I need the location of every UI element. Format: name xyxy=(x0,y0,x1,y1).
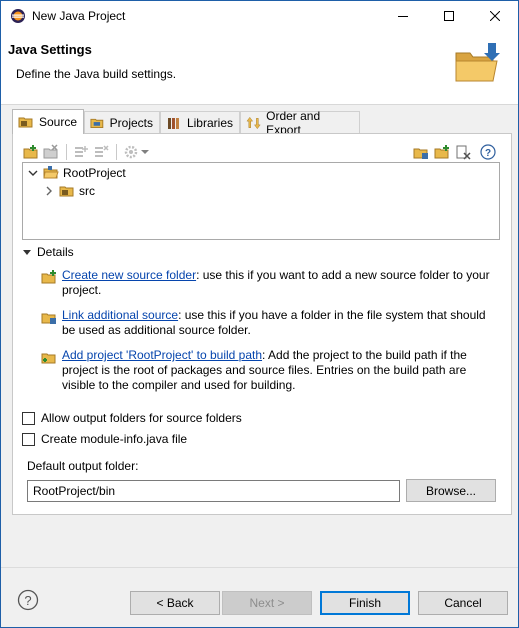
include-icon xyxy=(75,146,88,157)
tab-label: Libraries xyxy=(186,115,233,130)
default-output-folder-input[interactable] xyxy=(27,480,400,502)
new-java-project-dialog: New Java Project Java Settings Define th… xyxy=(0,0,519,628)
help-toolbar-button[interactable]: ? xyxy=(479,143,497,161)
chevron-down-icon[interactable] xyxy=(27,167,39,179)
tab-label: Projects xyxy=(109,115,153,130)
source-folder-icon xyxy=(59,186,74,197)
create-new-source-folder-link[interactable]: Create new source folder xyxy=(62,268,196,282)
new-source-folder-button[interactable] xyxy=(433,143,451,161)
include-button[interactable] xyxy=(72,143,90,161)
exclude-icon xyxy=(95,145,109,157)
svg-text:?: ? xyxy=(24,593,31,608)
toolbar-separator xyxy=(116,144,117,160)
source-folder-icon xyxy=(18,117,33,128)
gear-icon xyxy=(124,145,138,159)
close-icon xyxy=(490,11,500,21)
new-folder-wizard-icon xyxy=(455,43,500,82)
minimize-icon xyxy=(398,16,408,17)
close-button[interactable] xyxy=(472,1,518,31)
tree-item-src[interactable]: src xyxy=(43,182,95,200)
source-tab-panel: ? RootProject src Details Create new sou… xyxy=(12,133,512,515)
remove-folder-icon xyxy=(43,144,58,159)
remove-folder-button[interactable] xyxy=(42,143,60,161)
tab-source[interactable]: Source xyxy=(12,109,84,134)
tree-item-label: src xyxy=(79,184,95,198)
details-item-link-source: Link additional source: use this if you … xyxy=(41,308,491,338)
browse-button[interactable]: Browse... xyxy=(406,479,496,502)
add-folder-icon xyxy=(23,145,38,159)
title-bar: New Java Project xyxy=(1,1,518,31)
back-button[interactable]: < Back xyxy=(130,591,220,615)
add-project-icon xyxy=(41,353,56,364)
header-banner: Java Settings Define the Java build sett… xyxy=(1,31,518,105)
next-button[interactable]: Next > xyxy=(222,591,312,615)
footer-separator xyxy=(1,567,518,568)
maximize-button[interactable] xyxy=(426,1,472,31)
default-output-folder-label: Default output folder: xyxy=(27,459,139,473)
window-title: New Java Project xyxy=(32,9,126,23)
link-folder-icon xyxy=(41,313,56,324)
minimize-button[interactable] xyxy=(380,1,426,31)
remove-entry-icon xyxy=(456,145,471,160)
finish-button[interactable]: Finish xyxy=(320,591,410,615)
link-folder-icon xyxy=(413,148,428,159)
new-source-folder-icon xyxy=(434,145,449,159)
page-title: Java Settings xyxy=(8,42,92,57)
toolbar-separator xyxy=(66,144,67,160)
add-project-to-build-path-link[interactable]: Add project 'RootProject' to build path xyxy=(62,348,262,362)
tree-item-label: RootProject xyxy=(63,166,126,180)
remove-entry-button[interactable] xyxy=(454,143,472,161)
create-module-info-checkbox[interactable] xyxy=(22,432,35,446)
cancel-button[interactable]: Cancel xyxy=(418,591,508,615)
exclude-button[interactable] xyxy=(92,143,110,161)
triangle-down-icon xyxy=(23,250,31,255)
project-folder-icon xyxy=(90,118,104,128)
source-tree: RootProject src xyxy=(22,162,500,240)
source-toolbar: ? xyxy=(22,141,500,163)
allow-output-folders-checkbox[interactable] xyxy=(22,411,35,425)
chevron-down-icon xyxy=(141,150,149,154)
tree-item-root[interactable]: RootProject xyxy=(27,164,126,182)
tab-libraries[interactable]: Libraries xyxy=(160,111,240,133)
details-item-add-project: Add project 'RootProject' to build path:… xyxy=(41,348,491,393)
create-module-info-option[interactable]: Create module-info.java file xyxy=(22,432,187,446)
details-item-new-source: Create new source folder: use this if yo… xyxy=(41,268,491,298)
eclipse-icon xyxy=(11,9,25,23)
details-toggle[interactable]: Details xyxy=(22,245,74,259)
svg-text:?: ? xyxy=(485,148,491,159)
new-source-folder-icon xyxy=(41,270,56,284)
tab-order-and-export[interactable]: Order and Export xyxy=(240,109,360,137)
link-source-button[interactable] xyxy=(412,143,430,161)
details-header-label: Details xyxy=(37,245,74,259)
add-folder-button[interactable] xyxy=(22,143,40,161)
project-folder-icon xyxy=(43,166,59,179)
allow-output-folders-option[interactable]: Allow output folders for source folders xyxy=(22,411,242,425)
help-icon[interactable]: ? xyxy=(17,589,39,611)
help-icon: ? xyxy=(480,144,496,160)
checkbox-label: Allow output folders for source folders xyxy=(41,411,242,425)
page-description: Define the Java build settings. xyxy=(16,67,177,81)
configure-dropdown[interactable] xyxy=(140,143,150,161)
checkbox-label: Create module-info.java file xyxy=(41,432,188,446)
link-additional-source-link[interactable]: Link additional source xyxy=(62,308,178,322)
tab-projects[interactable]: Projects xyxy=(84,111,160,133)
order-export-icon xyxy=(246,116,261,129)
maximize-icon xyxy=(444,11,454,21)
tab-label: Source xyxy=(38,115,77,129)
libraries-icon xyxy=(167,117,179,129)
chevron-right-icon[interactable] xyxy=(43,185,55,197)
tab-strip: Source Projects Libraries Order and Expo… xyxy=(12,109,512,137)
configure-button[interactable] xyxy=(122,143,140,161)
